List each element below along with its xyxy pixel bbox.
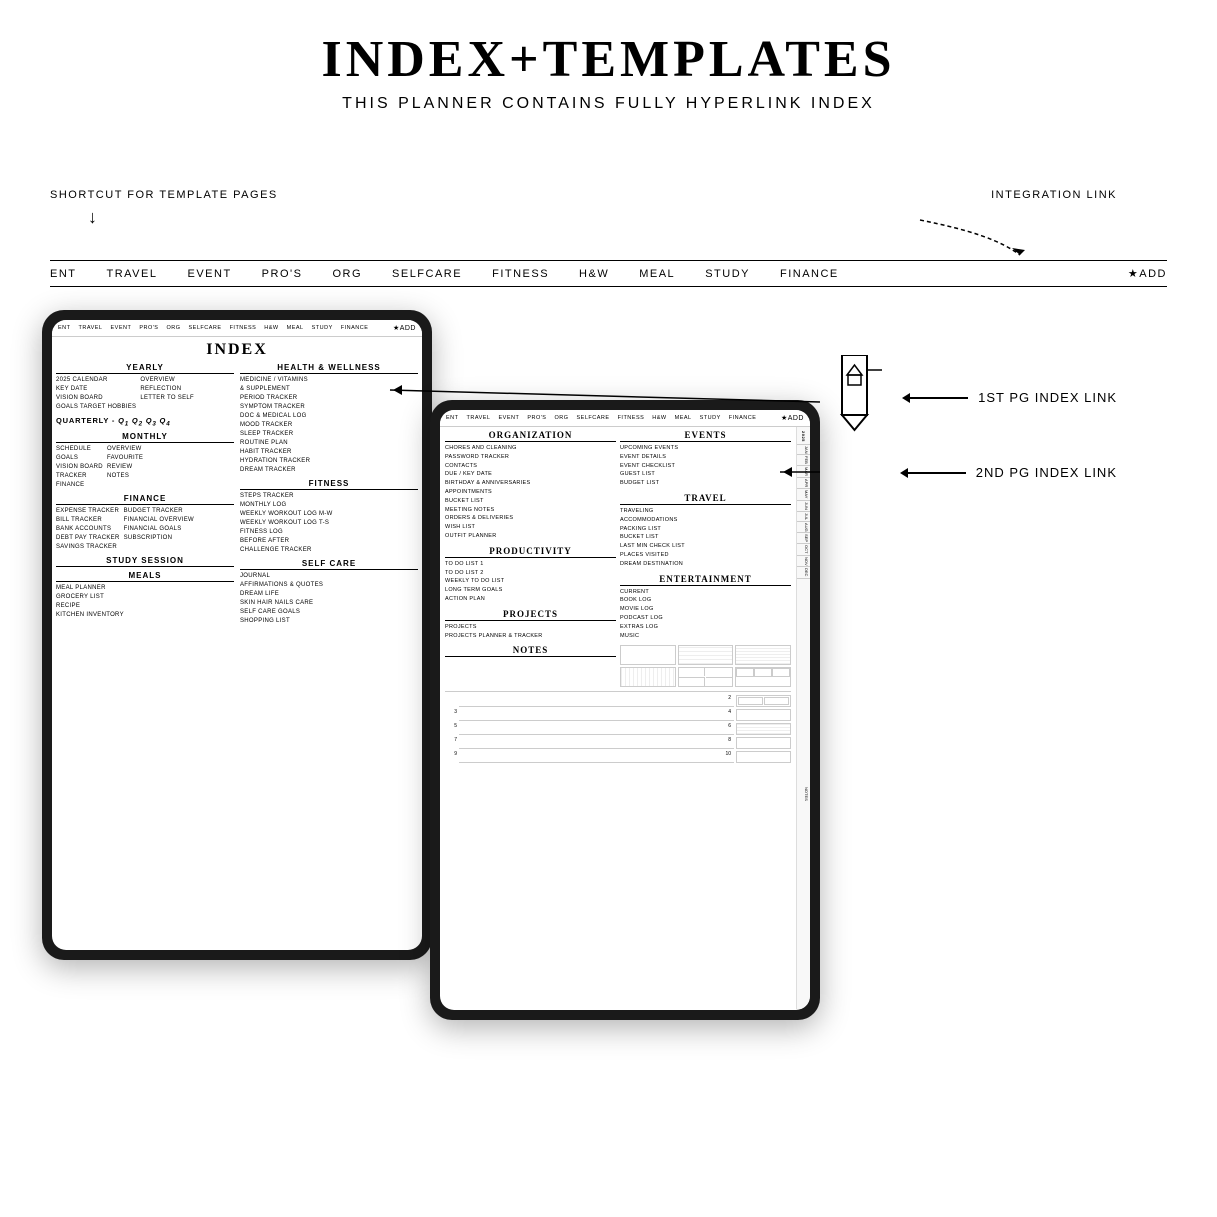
events-section: EVENTS UPCOMING EVENTS EVENT DETAILS EVE… [620,430,791,488]
travel-section: TRAVEL TRAVELING ACCOMMODATIONS PACKING … [620,493,791,569]
tablet-right-nav: ENT TRAVEL EVENT PRO'S ORG SELFCARE FITN… [440,410,810,427]
nav-org[interactable]: ORG [332,268,362,280]
arrow-down-icon: ↓ [88,207,278,228]
tablet-left: ENT TRAVEL EVENT PRO'S ORG SELFCARE FITN… [42,310,432,960]
thumb-3 [735,645,791,665]
house-icon [827,355,882,440]
main-title: INDEX+TEMPLATES [0,30,1217,89]
nav-hw[interactable]: H&W [579,268,609,280]
nav-add[interactable]: ★ADD [1128,267,1167,280]
nav-meal[interactable]: MEAL [639,268,675,280]
integration-label: INTEGRATION LINK [991,185,1117,203]
nav-fitness[interactable]: FITNESS [492,268,549,280]
thumb-5 [678,667,734,687]
nav-study[interactable]: STUDY [705,268,750,280]
header: INDEX+TEMPLATES THIS PLANNER CONTAINS FU… [0,0,1217,113]
thumb-4 [620,667,676,687]
notes-rows: 2 3 4 5 6 7 8 9 [445,691,791,763]
right-main-content: ORGANIZATION CHORES AND CLEANING PASSWOR… [440,427,796,1009]
fitness-section: FITNESS STEPS TRACKER MONTHLY LOG WEEKLY… [240,479,418,555]
right-sidebar: 2025 JAN FEB MAR APR MAY JUN JUL AUG SEP… [796,427,810,1009]
selfcare-section: SELF CARE JOURNAL AFFIRMATIONS & QUOTES … [240,559,418,626]
quarterly-section: QUARTERLY - Q1 Q2 Q3 Q4 [56,416,234,428]
index-link-1: 1ST PG INDEX LINK [908,390,1117,405]
monthly-section: MONTHLY SCHEDULE GOALS VISION BOARD TRAC… [56,432,234,490]
tablet-right: ENT TRAVEL EVENT PRO'S ORG SELFCARE FITN… [430,400,820,1020]
index-link-2: 2ND PG INDEX LINK [906,465,1117,480]
notes-section-header: NOTES [445,645,616,657]
nav-travel[interactable]: TRAVEL [107,268,158,280]
nav-bar: ENT TRAVEL EVENT PRO'S ORG SELFCARE FITN… [50,260,1167,287]
health-section: HEALTH & WELLNESS MEDICINE / VITAMINS & … [240,363,418,475]
nav-selfcare[interactable]: SELFCARE [392,268,462,280]
thumbnail-grid [620,645,791,687]
subtitle: THIS PLANNER CONTAINS FULLY HYPERLINK IN… [0,95,1217,113]
index-title: INDEX [52,341,422,359]
tablet-right-screen: ENT TRAVEL EVENT PRO'S ORG SELFCARE FITN… [440,410,810,1010]
yearly-section: YEARLY 2025 CALENDAR KEY DATE VISION BOA… [56,363,234,412]
entertainment-section: ENTERTAINMENT CURRENT BOOK LOG MOVIE LOG… [620,574,791,641]
thumb-6 [735,667,791,687]
study-section: STUDY SESSION [56,556,234,567]
nav-event[interactable]: EVENT [187,268,231,280]
projects-section: PROJECTS PROJECTS PROJECTS PLANNER & TRA… [445,609,616,641]
org-section: ORGANIZATION CHORES AND CLEANING PASSWOR… [445,430,616,541]
nav-finance[interactable]: FINANCE [780,268,839,280]
tablet-left-nav: ENT TRAVEL EVENT PRO'S ORG SELFCARE FITN… [52,320,422,337]
nav-pros[interactable]: PRO'S [262,268,303,280]
thumb-2 [678,645,734,665]
nav-ent[interactable]: ENT [50,268,77,280]
thumb-1 [620,645,676,665]
productivity-section: PRODUCTIVITY TO DO LIST 1 TO DO LIST 2 W… [445,546,616,604]
tablet-left-screen: ENT TRAVEL EVENT PRO'S ORG SELFCARE FITN… [52,320,422,950]
finance-section: FINANCE EXPENSE TRACKER BILL TRACKER BAN… [56,494,234,552]
shortcut-label: SHORTCUT FOR TEMPLATE PAGES ↓ [50,185,278,228]
meals-section: MEALS MEAL PLANNER GROCERY LIST RECIPE K… [56,571,234,620]
